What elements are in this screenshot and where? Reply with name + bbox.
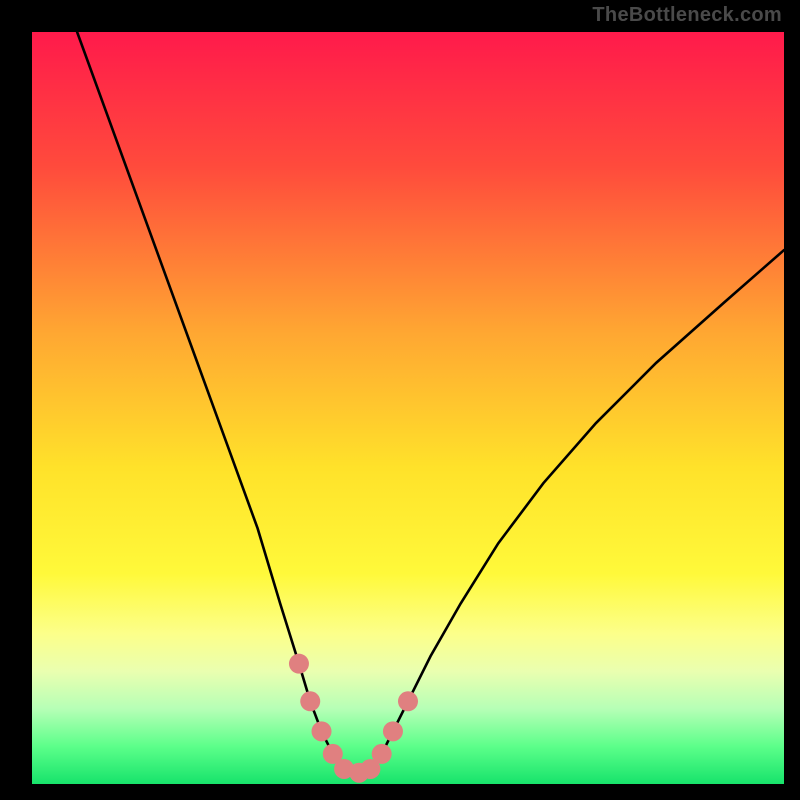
valley-marker [289,654,309,674]
valley-marker [383,721,403,741]
valley-marker [312,721,332,741]
curve-layer [32,32,784,784]
plot-area [32,32,784,784]
right-curve [370,250,784,769]
watermark-text: TheBottleneck.com [592,4,782,27]
chart-frame: TheBottleneck.com [0,0,800,800]
valley-marker [300,691,320,711]
valley-marker [398,691,418,711]
valley-marker [372,744,392,764]
